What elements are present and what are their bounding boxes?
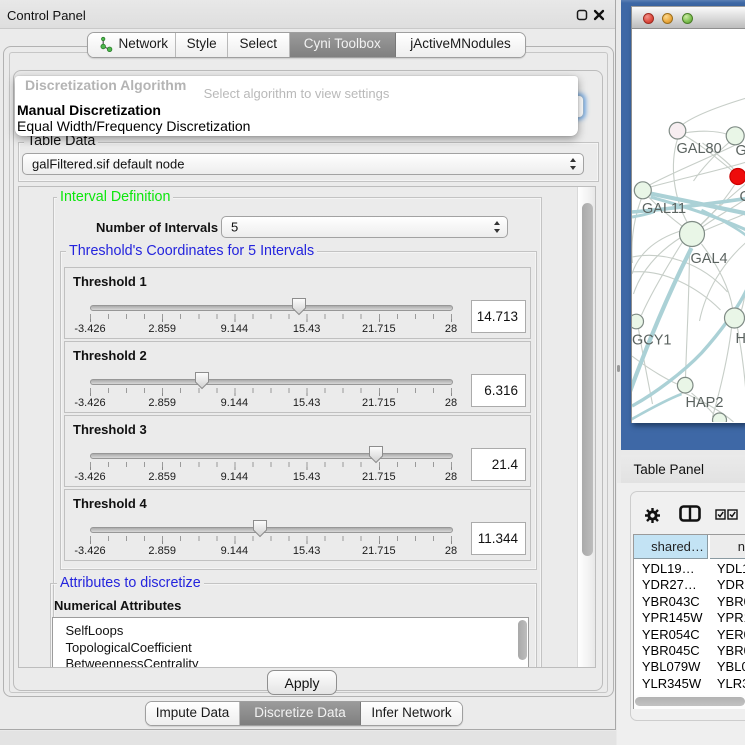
svg-text:GCY1: GCY1 (632, 333, 672, 349)
svg-text:C: C (739, 189, 745, 205)
svg-text:GAL11: GAL11 (642, 201, 686, 217)
svg-text:G.: G. (735, 143, 745, 159)
svg-text:GAL80: GAL80 (676, 141, 721, 157)
svg-text:HAP2: HAP2 (685, 395, 723, 411)
svg-text:H: H (735, 331, 745, 347)
svg-text:GAL4: GAL4 (690, 251, 727, 267)
